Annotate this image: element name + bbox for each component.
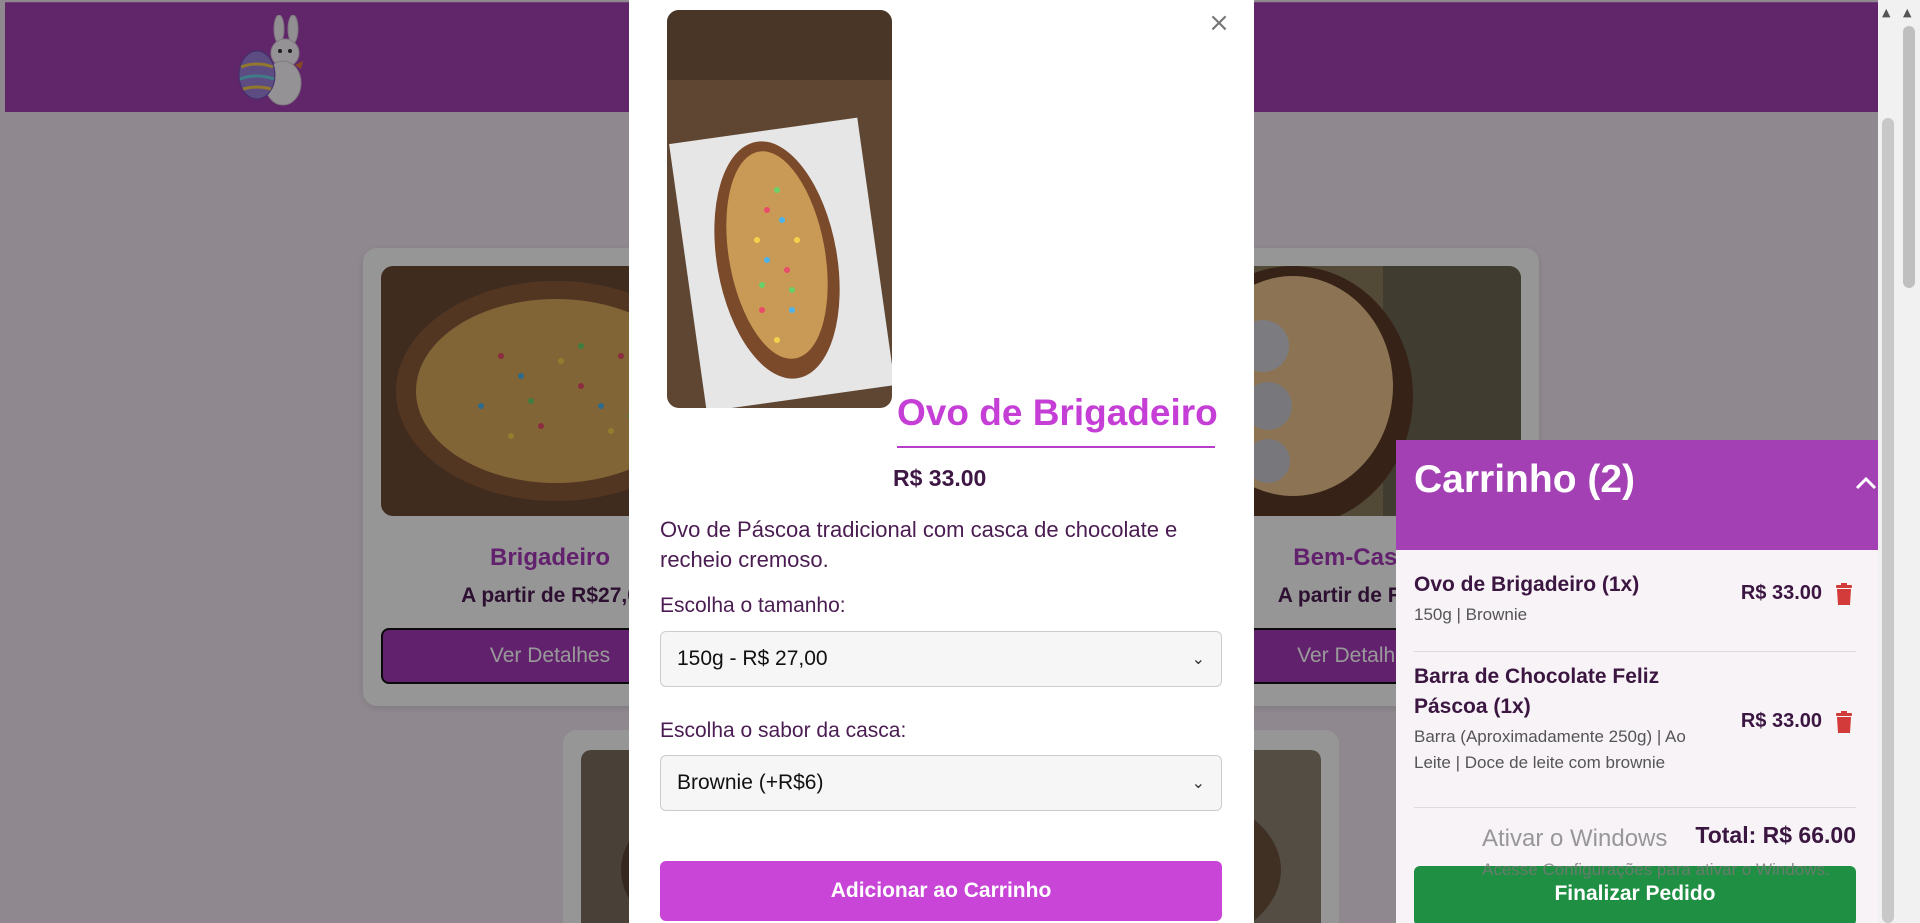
modal-description: Ovo de Páscoa tradicional com casca de c… [660, 517, 1178, 572]
chevron-down-icon: ⌄ [1191, 651, 1205, 668]
size-select[interactable]: 150g - R$ 27,00 ⌄ [660, 631, 1222, 687]
close-icon[interactable]: × [1207, 8, 1231, 38]
add-to-cart-button[interactable]: Adicionar ao Carrinho [660, 861, 1222, 921]
chevron-up-icon[interactable] [1854, 470, 1878, 498]
chevron-down-icon: ⌄ [1191, 775, 1205, 792]
trash-icon[interactable] [1832, 710, 1856, 734]
shell-flavor-label: Escolha o sabor da casca: [660, 719, 907, 742]
cart-item-details: 150g | Brownie [1414, 605, 1528, 624]
cart-item: Ovo de Brigadeiro (1x) 150g | Brownie R$… [1414, 570, 1856, 652]
size-select-value: 150g - R$ 27,00 [677, 647, 828, 670]
cart-item-name: Barra de Chocolate Feliz Páscoa (1x) [1414, 665, 1660, 718]
title-underline [897, 446, 1215, 448]
scroll-up-icon[interactable]: ▲ [1903, 6, 1911, 19]
cart-item-price: R$ 33.00 [1740, 582, 1822, 604]
cart-item-name: Ovo de Brigadeiro (1x) [1414, 573, 1640, 596]
page-scrollbar[interactable]: ▲ [1878, 0, 1898, 923]
cart-total: Total: R$ 66.00 [1695, 822, 1856, 848]
modal-product-image [667, 10, 892, 408]
scrollbar-thumb[interactable] [1903, 26, 1915, 288]
scrollbar-thumb[interactable] [1882, 118, 1894, 923]
cart-header[interactable]: Carrinho (2) [1396, 440, 1878, 550]
modal-price: R$ 33.00 [893, 465, 987, 491]
scroll-up-icon[interactable]: ▲ [1882, 6, 1890, 19]
cart-title: Carrinho (2) [1414, 458, 1636, 501]
windows-activation-title: Ativar o Windows [1482, 825, 1668, 852]
cart-item-details: Barra (Aproximadamente 250g) | Ao Leite … [1414, 727, 1686, 772]
shell-flavor-select-value: Brownie (+R$6) [677, 771, 824, 794]
trash-icon[interactable] [1832, 582, 1856, 606]
windows-activation-subtitle: Acesse Configurações para ativar o Windo… [1482, 860, 1830, 879]
window-scrollbar[interactable]: ▲ [1898, 0, 1920, 923]
shell-flavor-select[interactable]: Brownie (+R$6) ⌄ [660, 755, 1222, 811]
cart-item: Barra de Chocolate Feliz Páscoa (1x) Bar… [1414, 650, 1856, 808]
cart-item-price: R$ 33.00 [1740, 710, 1822, 732]
modal-title: Ovo de Brigadeiro [897, 392, 1218, 433]
size-label: Escolha o tamanho: [660, 594, 846, 617]
